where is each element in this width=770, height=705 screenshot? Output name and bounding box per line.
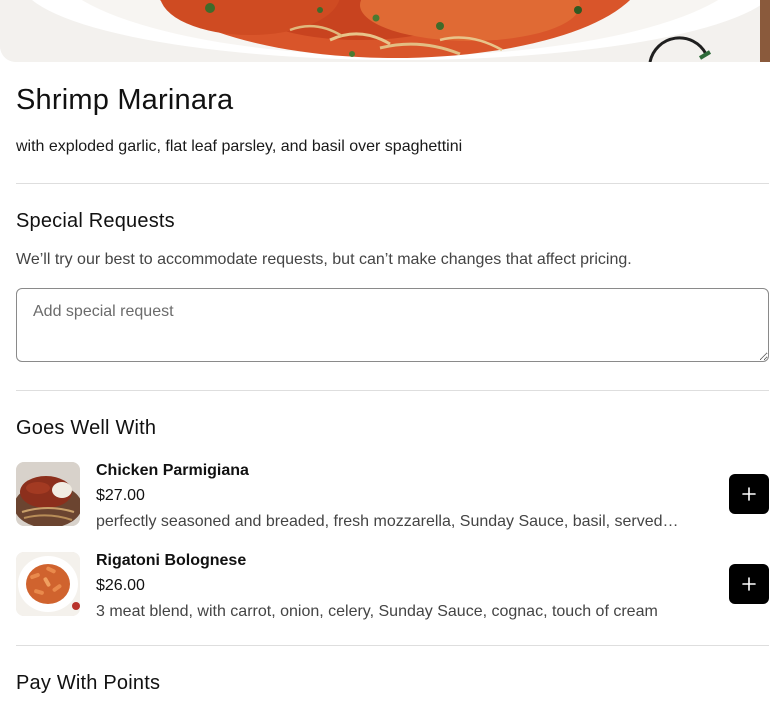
recommendation-name: Chicken Parmigiana	[96, 462, 249, 479]
add-chicken-parmigiana-button[interactable]	[729, 474, 769, 514]
recommendation-item[interactable]: Chicken Parmigiana $27.00 perfectly seas…	[16, 462, 769, 530]
special-request-input[interactable]	[16, 288, 769, 362]
recommendation-description: perfectly seasoned and breaded, fresh mo…	[96, 513, 679, 530]
rigatoni-bolognese-photo	[16, 552, 80, 616]
goes-well-with-heading: Goes Well With	[16, 417, 157, 439]
pay-with-points-heading: Pay With Points	[16, 672, 161, 694]
chicken-parmigiana-photo	[16, 462, 80, 526]
plus-icon	[742, 577, 756, 591]
recommendation-description: 3 meat blend, with carrot, onion, celery…	[96, 603, 658, 620]
special-requests-heading: Special Requests	[16, 210, 175, 232]
item-description: with exploded garlic, flat leaf parsley,…	[16, 138, 463, 155]
divider	[16, 390, 769, 391]
add-rigatoni-bolognese-button[interactable]	[729, 564, 769, 604]
hero-image	[0, 0, 770, 62]
plus-icon	[742, 487, 756, 501]
item-title: Shrimp Marinara	[16, 84, 234, 116]
recommendation-price: $27.00	[96, 487, 145, 504]
recommendation-price: $26.00	[96, 577, 145, 594]
special-requests-help: We’ll try our best to accommodate reques…	[16, 251, 632, 268]
recommendation-name: Rigatoni Bolognese	[96, 552, 247, 569]
divider	[16, 645, 769, 646]
divider	[16, 183, 769, 184]
recommendation-item[interactable]: Rigatoni Bolognese $26.00 3 meat blend, …	[16, 552, 769, 620]
